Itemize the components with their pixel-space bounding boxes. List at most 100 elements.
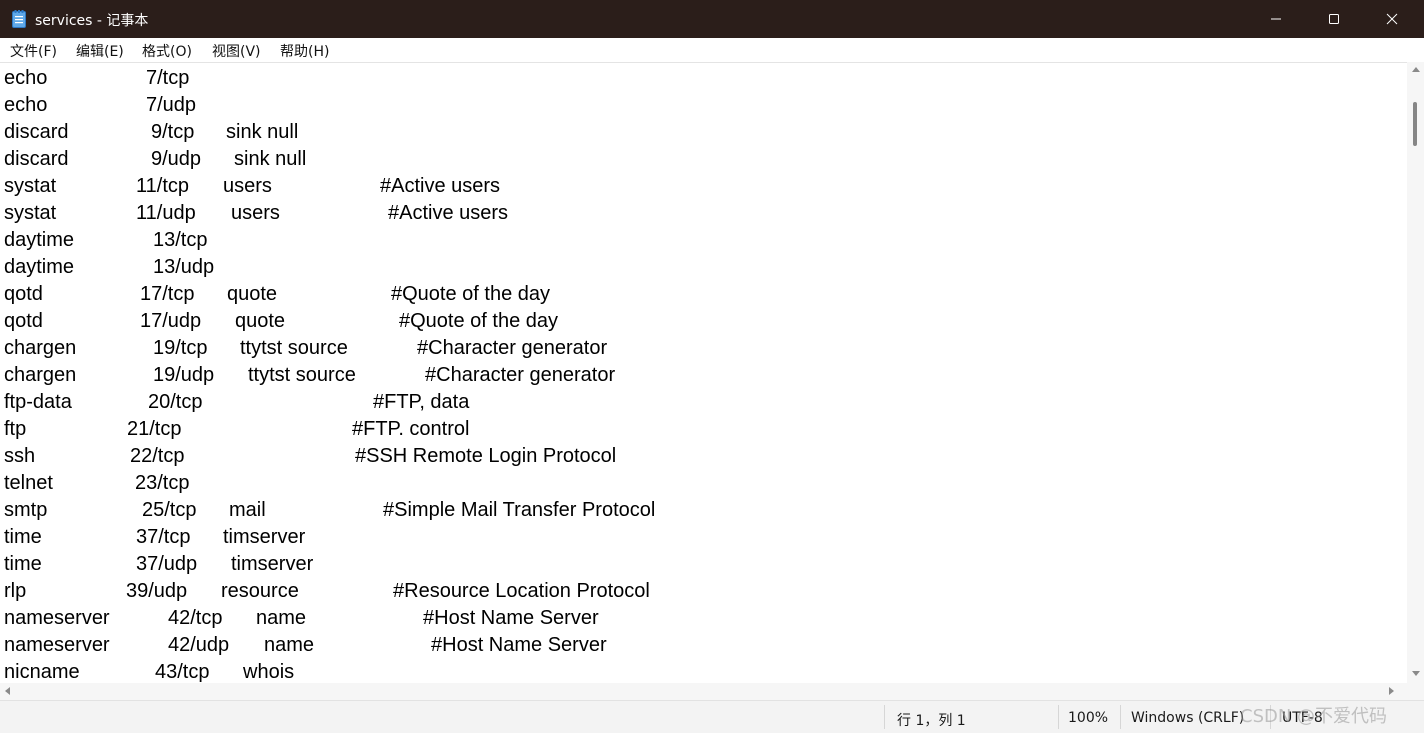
maximize-button[interactable]	[1305, 0, 1363, 38]
menu-format[interactable]: 格式(O)	[142, 41, 192, 61]
line-aliases: mail	[229, 499, 266, 521]
line-aliases: sink null	[226, 121, 299, 143]
line-service-name: daytime	[4, 256, 75, 278]
line-service-name: qotd	[4, 283, 43, 305]
line-service-name: nameserver	[4, 634, 110, 656]
line-port-protocol: 7/udp	[146, 94, 197, 116]
line-comment: #Active users	[388, 202, 509, 224]
line-aliases: ttytst source	[240, 337, 348, 359]
line-service-name: echo	[4, 67, 48, 89]
vertical-scroll-thumb[interactable]	[1413, 102, 1417, 146]
minimize-button[interactable]	[1247, 0, 1305, 38]
maximize-icon	[1329, 14, 1339, 24]
horizontal-scrollbar[interactable]	[0, 683, 1407, 700]
line-service-name: telnet	[4, 472, 53, 494]
line-port-protocol: 21/tcp	[127, 418, 182, 440]
line-service-name: time	[4, 526, 42, 548]
scrollbar-corner	[1407, 683, 1424, 700]
line-aliases: quote	[227, 283, 278, 305]
line-service-name: discard	[4, 148, 69, 170]
line-port-protocol: 17/tcp	[140, 283, 195, 305]
menu-view[interactable]: 视图(V)	[212, 41, 261, 61]
line-aliases: timserver	[231, 553, 314, 575]
vertical-scrollbar[interactable]	[1407, 62, 1424, 683]
line-comment: #Simple Mail Transfer Protocol	[383, 499, 656, 521]
line-service-name: chargen	[4, 337, 77, 359]
status-divider	[1058, 705, 1059, 729]
line-aliases: resource	[221, 580, 299, 602]
line-aliases: users	[231, 202, 280, 224]
line-aliases: ttytst source	[248, 364, 356, 386]
zoom-level: 100%	[1068, 710, 1109, 726]
line-service-name: echo	[4, 94, 48, 116]
line-service-name: rlp	[4, 580, 27, 602]
minimize-icon	[1271, 18, 1281, 20]
line-comment: #Active users	[380, 175, 501, 197]
line-comment: #Host Name Server	[431, 634, 607, 656]
line-port-protocol: 43/tcp	[155, 661, 210, 683]
line-port-protocol: 25/tcp	[142, 499, 197, 521]
line-service-name: nameserver	[4, 607, 110, 629]
line-port-protocol: 42/tcp	[168, 607, 223, 629]
close-button[interactable]	[1363, 0, 1421, 38]
line-comment: #Resource Location Protocol	[393, 580, 650, 602]
line-service-name: time	[4, 553, 42, 575]
scroll-right-icon[interactable]	[1389, 687, 1394, 695]
line-aliases: sink null	[234, 148, 307, 170]
line-service-name: systat	[4, 202, 57, 224]
text-editor[interactable]: echo 7/tcp echo 7/udp discard 9/tcp sink null d…	[0, 62, 1407, 684]
line-port-protocol: 23/tcp	[135, 472, 190, 494]
line-port-protocol: 37/udp	[136, 553, 198, 575]
line-service-name: ftp-data	[4, 391, 72, 413]
line-service-name: ftp	[4, 418, 27, 440]
line-comment: #FTP, data	[373, 391, 470, 413]
scroll-left-icon[interactable]	[5, 687, 10, 695]
line-aliases: name	[264, 634, 315, 656]
line-port-protocol: 19/tcp	[153, 337, 208, 359]
line-service-name: daytime	[4, 229, 75, 251]
line-port-protocol: 11/tcp	[136, 175, 189, 197]
line-port-protocol: 9/udp	[151, 148, 202, 170]
line-service-name: smtp	[4, 499, 48, 521]
line-port-protocol: 13/udp	[153, 256, 215, 278]
line-port-protocol: 9/tcp	[151, 121, 195, 143]
line-comment: #Character generator	[417, 337, 608, 359]
line-port-protocol: 20/tcp	[148, 391, 203, 413]
line-ending: Windows (CRLF)	[1131, 710, 1245, 726]
menu-edit[interactable]: 编辑(E)	[76, 41, 124, 61]
line-service-name: nicname	[4, 661, 80, 683]
title-bar[interactable]: services - 记事本	[0, 0, 1424, 38]
csdn-watermark: CSDN @不爱代码	[1240, 706, 1388, 727]
line-comment: #Quote of the day	[399, 310, 559, 332]
line-port-protocol: 42/udp	[168, 634, 230, 656]
line-service-name: chargen	[4, 364, 77, 386]
line-service-name: qotd	[4, 310, 43, 332]
menu-file[interactable]: 文件(F)	[10, 41, 57, 61]
status-divider	[884, 705, 885, 729]
scroll-down-icon[interactable]	[1412, 671, 1420, 676]
line-service-name: systat	[4, 175, 57, 197]
menu-bar: 文件(F) 编辑(E) 格式(O) 视图(V) 帮助(H)	[0, 38, 1424, 62]
line-comment: #Host Name Server	[423, 607, 599, 629]
line-port-protocol: 19/udp	[153, 364, 215, 386]
line-comment: #FTP. control	[352, 418, 470, 440]
line-port-protocol: 37/tcp	[136, 526, 191, 548]
line-aliases: quote	[235, 310, 286, 332]
menu-help[interactable]: 帮助(H)	[280, 41, 329, 61]
line-aliases: name	[256, 607, 307, 629]
cursor-position: 行 1，列 1	[897, 713, 966, 729]
notepad-window: services - 记事本 文件(F) 编辑(E) 格式(O) 视图(V) 帮…	[0, 0, 1424, 733]
line-comment: #Quote of the day	[391, 283, 551, 305]
line-port-protocol: 17/udp	[140, 310, 202, 332]
scroll-up-icon[interactable]	[1412, 67, 1420, 72]
line-port-protocol: 13/tcp	[153, 229, 208, 251]
line-comment: #SSH Remote Login Protocol	[355, 445, 617, 467]
line-port-protocol: 7/tcp	[146, 67, 190, 89]
notepad-icon	[12, 10, 26, 28]
window-title: services - 记事本	[35, 13, 149, 29]
line-service-name: discard	[4, 121, 69, 143]
line-port-protocol: 11/udp	[136, 202, 196, 224]
status-divider	[1120, 705, 1121, 729]
line-aliases: whois	[243, 661, 295, 683]
line-port-protocol: 39/udp	[126, 580, 188, 602]
